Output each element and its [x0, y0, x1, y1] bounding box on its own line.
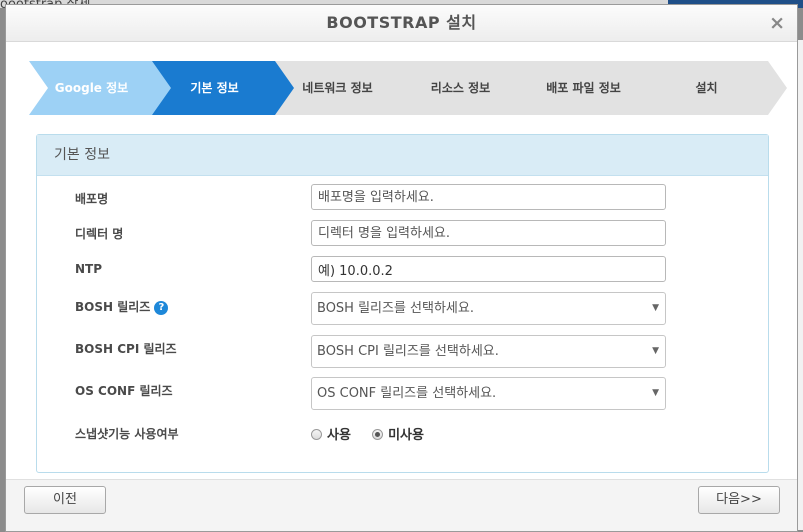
deployment-name-label: 배포명: [75, 192, 109, 206]
step-label: 설치: [695, 81, 718, 95]
close-icon[interactable]: ×: [769, 12, 785, 34]
ntp-label: NTP: [75, 262, 103, 276]
chevron-down-icon: ▼: [652, 303, 659, 313]
os-conf-release-select[interactable]: OS CONF 릴리즈를 선택하세요. ▼: [311, 377, 666, 410]
snapshot-use-label[interactable]: 사용: [327, 428, 351, 443]
dialog-title: BOOTSTRAP 설치: [326, 13, 477, 32]
step-label: 기본 정보: [190, 81, 239, 95]
basic-info-panel: 기본 정보 배포명 디렉터 명 NTP BOSH 릴리즈? BOSH 릴리즈를 …: [36, 134, 769, 473]
bosh-release-select[interactable]: BOSH 릴리즈를 선택하세요. ▼: [311, 292, 666, 325]
step-label: 리소스 정보: [430, 81, 491, 95]
ntp-input[interactable]: [311, 256, 666, 282]
wizard-steps: Google 정보 기본 정보 네트워크 정보 리소스 정보 배포 파일 정보 …: [29, 61, 787, 115]
bosh-cpi-release-label: BOSH CPI 릴리즈: [75, 342, 177, 356]
snapshot-radio-group: 사용 미사용: [311, 424, 441, 443]
dialog-titlebar: BOOTSTRAP 설치 ×: [6, 5, 797, 42]
step-install: 설치: [644, 61, 792, 115]
bosh-release-label: BOSH 릴리즈: [75, 300, 151, 314]
step-label: Google 정보: [54, 81, 129, 95]
snapshot-not-use-label[interactable]: 미사용: [388, 428, 424, 443]
step-label: 네트워크 정보: [302, 81, 373, 95]
dialog-footer: 이전 다음>>: [6, 479, 797, 531]
bosh-release-label-row: BOSH 릴리즈?: [75, 298, 169, 315]
snapshot-use-radio[interactable]: [311, 429, 322, 440]
director-name-label: 디렉터 명: [75, 227, 124, 241]
help-icon[interactable]: ?: [154, 301, 169, 315]
chevron-down-icon: ▼: [652, 388, 659, 398]
snapshot-not-use-radio[interactable]: [372, 429, 384, 440]
bosh-cpi-release-selected: BOSH CPI 릴리즈를 선택하세요.: [317, 344, 499, 359]
prev-button[interactable]: 이전: [24, 486, 106, 514]
next-button[interactable]: 다음>>: [698, 486, 780, 514]
os-conf-release-label: OS CONF 릴리즈: [75, 384, 173, 398]
os-conf-release-selected: OS CONF 릴리즈를 선택하세요.: [317, 386, 497, 401]
bosh-cpi-release-select[interactable]: BOSH CPI 릴리즈를 선택하세요. ▼: [311, 335, 666, 368]
bosh-release-selected: BOSH 릴리즈를 선택하세요.: [317, 301, 474, 316]
snapshot-label: 스냅샷기능 사용여부: [75, 427, 179, 441]
deployment-name-input[interactable]: [311, 184, 666, 210]
panel-title: 기본 정보: [37, 135, 768, 176]
step-label: 배포 파일 정보: [546, 81, 621, 95]
director-name-input[interactable]: [311, 220, 666, 246]
chevron-down-icon: ▼: [652, 346, 659, 356]
install-dialog: BOOTSTRAP 설치 × Google 정보 기본 정보 네트워크 정보 리…: [5, 4, 798, 532]
